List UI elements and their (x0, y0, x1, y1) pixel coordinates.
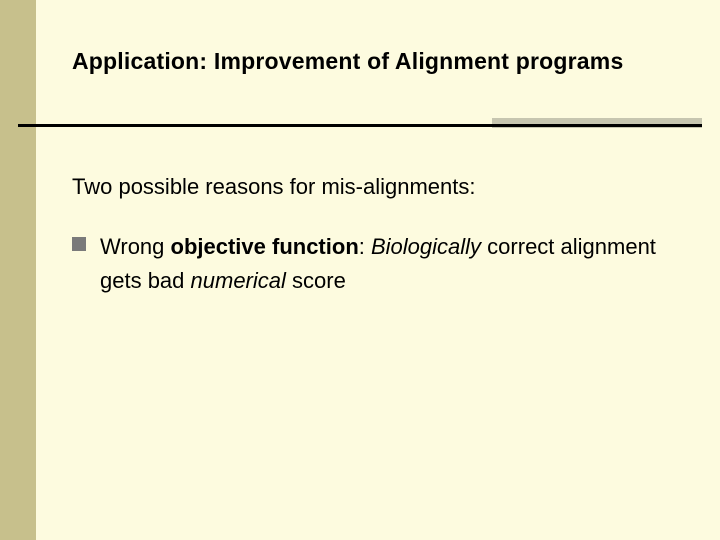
square-bullet-icon (72, 237, 86, 251)
left-accent-band (0, 0, 36, 540)
bullet-lead: Wrong (100, 234, 171, 259)
bullet-colon: : (359, 234, 371, 259)
bullet-biologically: Biologically (371, 234, 481, 259)
slide-title: Application: Improvement of Alignment pr… (72, 48, 668, 75)
divider-line (18, 124, 702, 127)
title-divider (18, 118, 702, 130)
slide: Application: Improvement of Alignment pr… (0, 0, 720, 540)
bullet-objective-function: objective function (171, 234, 359, 259)
bullet-text: Wrong objective function: Biologically c… (100, 230, 672, 298)
bullet-tail: score (286, 268, 346, 293)
bullet-item: Wrong objective function: Biologically c… (72, 230, 672, 298)
intro-text: Two possible reasons for mis-alignments: (72, 172, 668, 202)
bullet-numerical: numerical (191, 268, 286, 293)
